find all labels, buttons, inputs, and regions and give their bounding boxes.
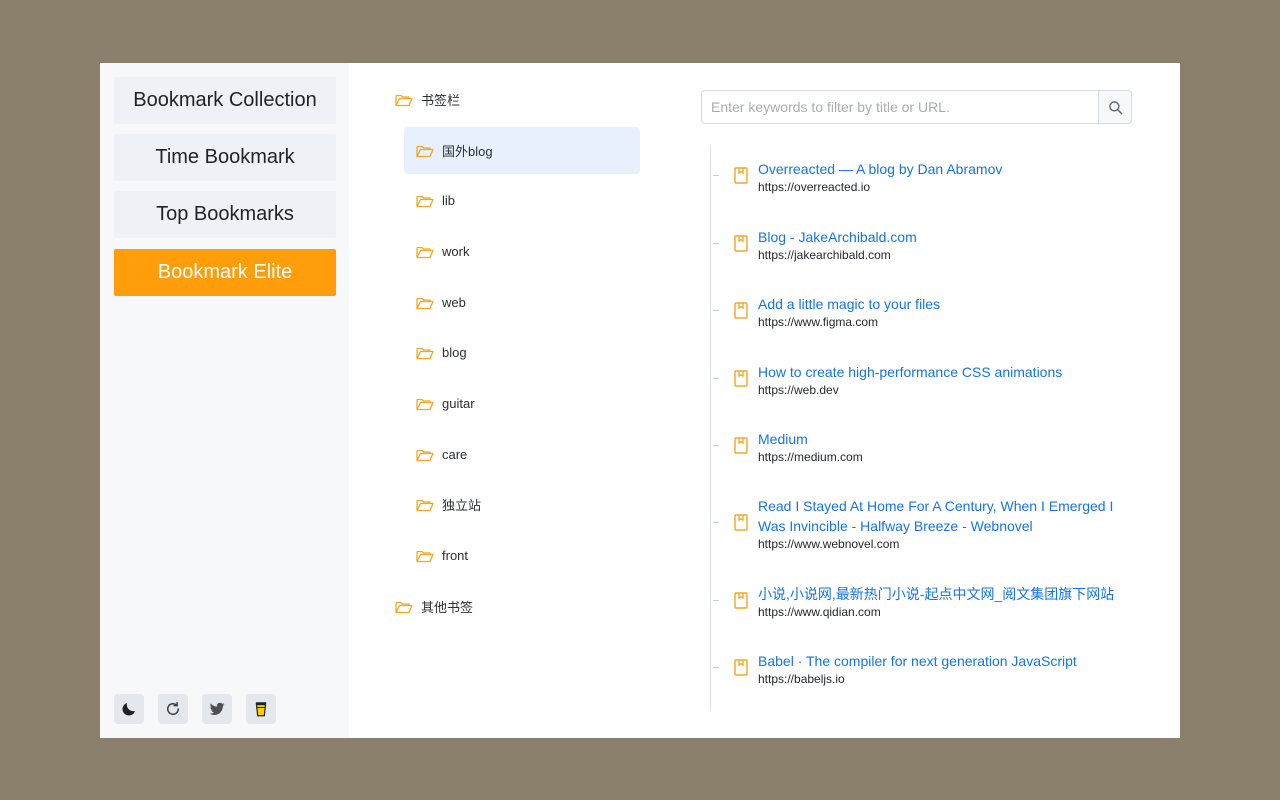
bookmark-item: Medium https://medium.com: [710, 429, 1130, 465]
app-window: Bookmark Collection Time Bookmark Top Bo…: [100, 63, 1180, 738]
timeline-tick: [713, 445, 719, 446]
bookmark-item: Overreacted — A blog by Dan Abramov http…: [710, 159, 1130, 195]
moon-icon: [122, 703, 135, 716]
bookmark-title-link[interactable]: Overreacted — A blog by Dan Abramov: [758, 159, 1118, 179]
tree-root-bookmarks-bar[interactable]: 书签栏: [395, 76, 585, 123]
tree-label: work: [442, 244, 470, 259]
bookmark-title-link[interactable]: Blog - JakeArchibald.com: [758, 227, 1118, 247]
bookmark-url: https://www.webnovel.com: [758, 537, 900, 551]
bookmark-title-link[interactable]: Medium: [758, 429, 1118, 449]
folder-open-icon: [416, 398, 434, 410]
tree-item-lib[interactable]: lib: [416, 177, 640, 224]
folder-open-icon: [416, 297, 434, 309]
tree-label: 独立站: [442, 498, 482, 513]
timeline-tick: [713, 175, 719, 176]
bookmark-url: https://babeljs.io: [758, 672, 845, 686]
timeline-tick: [713, 522, 719, 523]
tree-label: blog: [442, 345, 467, 360]
bookmark-icon: [734, 370, 748, 387]
twitter-button[interactable]: [202, 694, 232, 724]
tree-label: care: [442, 447, 468, 462]
bookmark-url: https://jakearchibald.com: [758, 248, 891, 262]
tree-label: web: [442, 295, 466, 310]
search-box: [701, 90, 1132, 124]
tree-label: front: [442, 548, 469, 563]
bookmark-icon: [734, 235, 748, 252]
nav-bookmark-elite[interactable]: Bookmark Elite: [114, 249, 336, 296]
refresh-button[interactable]: [158, 694, 188, 724]
tree-item-front[interactable]: front: [416, 532, 640, 579]
timeline-tick: [713, 667, 719, 668]
bookmark-url: https://www.qidian.com: [758, 605, 881, 619]
bookmark-url: https://www.figma.com: [758, 315, 879, 329]
folder-tree: 书签栏 国外blog lib work web blog guitar care…: [349, 63, 689, 738]
bookmark-item: How to create high-performance CSS anima…: [710, 362, 1130, 398]
folder-open-icon: [416, 145, 434, 157]
bookmark-item: Read I Stayed At Home For A Century, Whe…: [710, 496, 1130, 552]
tree-label: 其他书签: [421, 600, 474, 615]
tree-item-work[interactable]: work: [416, 228, 640, 275]
tree-label: 书签栏: [421, 93, 461, 108]
bookmark-title-link[interactable]: Add a little magic to your files: [758, 294, 1118, 314]
bookmark-url: https://overreacted.io: [758, 180, 871, 194]
tree-item-care[interactable]: care: [416, 431, 640, 478]
folder-open-icon: [416, 246, 434, 258]
tree-label: 国外blog: [442, 144, 493, 159]
tree-item-blog[interactable]: blog: [416, 329, 640, 376]
bookmark-icon: [734, 659, 748, 676]
timeline-tick: [713, 378, 719, 379]
sidebar: Bookmark Collection Time Bookmark Top Bo…: [100, 63, 349, 738]
dark-mode-button[interactable]: [114, 694, 144, 724]
refresh-icon: [167, 701, 179, 715]
folder-open-icon: [416, 550, 434, 562]
nav-top-bookmarks[interactable]: Top Bookmarks: [114, 191, 336, 238]
bookmark-icon: [734, 167, 748, 184]
bookmark-title-link[interactable]: Babel · The compiler for next generation…: [758, 651, 1118, 671]
bookmark-icon: [734, 302, 748, 319]
timeline-tick: [713, 243, 719, 244]
search-input[interactable]: [702, 91, 1099, 123]
nav-time-bookmark[interactable]: Time Bookmark: [114, 134, 336, 181]
search-button[interactable]: [1098, 91, 1131, 123]
tree-item-guitar[interactable]: guitar: [416, 380, 640, 427]
bookmark-title-link[interactable]: 小说,小说网,最新热门小说-起点中文网_阅文集团旗下网站: [758, 584, 1118, 604]
folder-open-icon: [416, 347, 434, 359]
bookmark-url: https://web.dev: [758, 383, 839, 397]
folder-open-icon: [416, 195, 434, 207]
tree-item-indie-site[interactable]: 独立站: [416, 481, 640, 528]
buy-coffee-button[interactable]: [246, 694, 276, 724]
bookmark-item: Babel · The compiler for next generation…: [710, 651, 1130, 687]
timeline-tick: [713, 310, 719, 311]
timeline-tick: [713, 600, 719, 601]
folder-open-icon: [416, 449, 434, 461]
twitter-icon: [209, 702, 225, 715]
bookmark-title-link[interactable]: Read I Stayed At Home For A Century, Whe…: [758, 496, 1118, 536]
coffee-cup-icon: [255, 702, 267, 717]
bookmark-icon: [734, 437, 748, 454]
folder-open-icon: [395, 94, 413, 106]
tree-label: lib: [442, 193, 456, 208]
tree-label: guitar: [442, 396, 475, 411]
bookmark-item: Add a little magic to your files https:/…: [710, 294, 1130, 330]
folder-open-icon: [395, 601, 413, 613]
bookmark-item: 小说,小说网,最新热门小说-起点中文网_阅文集团旗下网站 https://www…: [710, 584, 1130, 620]
tree-root-other-bookmarks[interactable]: 其他书签: [395, 583, 585, 630]
tree-item-web[interactable]: web: [416, 279, 640, 326]
bookmark-item: Blog - JakeArchibald.com https://jakearc…: [710, 227, 1130, 263]
search-icon: [1108, 100, 1122, 114]
folder-open-icon: [416, 499, 434, 511]
tree-item-foreign-blog[interactable]: 国外blog: [404, 127, 640, 174]
bookmark-url: https://medium.com: [758, 450, 863, 464]
bookmark-icon: [734, 592, 748, 609]
nav-bookmark-collection[interactable]: Bookmark Collection: [114, 77, 336, 124]
bookmark-title-link[interactable]: How to create high-performance CSS anima…: [758, 362, 1118, 382]
bookmark-icon: [734, 514, 748, 531]
